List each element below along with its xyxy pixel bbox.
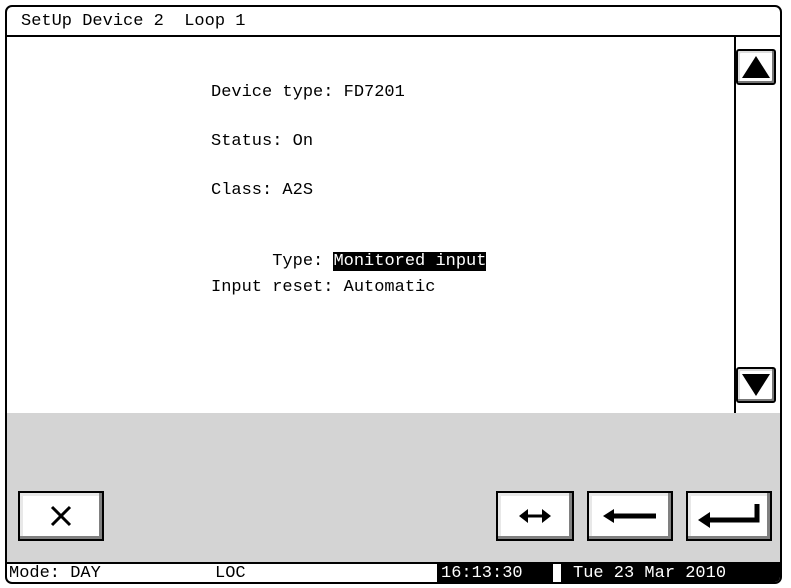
left-arrow-icon (603, 509, 656, 523)
scrollbar[interactable] (734, 37, 780, 413)
close-button[interactable] (18, 491, 104, 541)
button-bar (7, 413, 780, 562)
triangle-down-icon (742, 374, 770, 396)
class-field[interactable]: Class: A2S (211, 180, 313, 202)
status-bar: Mode: DAY LOC 16:13:30 Tue 23 Mar 2010 (7, 562, 780, 583)
type-label: Type: (272, 252, 334, 271)
scroll-down-button[interactable] (736, 367, 776, 403)
triangle-up-icon (742, 56, 770, 78)
input-reset-field[interactable]: Input reset: Automatic (211, 277, 435, 299)
enter-button[interactable] (686, 491, 772, 541)
settings-list: Device type: FD7201 Status: On Class: A2… (7, 37, 734, 413)
device-setup-window: SetUp Device 2 Loop 1 Device type: FD720… (5, 5, 782, 584)
back-button[interactable] (587, 491, 673, 541)
enter-arrow-icon (698, 504, 760, 528)
device-type-field[interactable]: Device type: FD7201 (211, 82, 405, 104)
location-indicator: LOC (215, 564, 246, 583)
swap-button[interactable] (496, 491, 574, 541)
left-right-arrow-icon (519, 509, 551, 523)
status-field[interactable]: Status: On (211, 131, 313, 153)
mode-indicator: Mode: DAY (9, 564, 101, 583)
type-value-selected[interactable]: Monitored input (333, 252, 487, 271)
clock-time: 16:13:30 (437, 564, 553, 582)
x-icon (50, 505, 72, 527)
scroll-up-button[interactable] (736, 49, 776, 85)
window-title: SetUp Device 2 Loop 1 (7, 7, 780, 37)
clock-date: Tue 23 Mar 2010 (561, 564, 780, 582)
